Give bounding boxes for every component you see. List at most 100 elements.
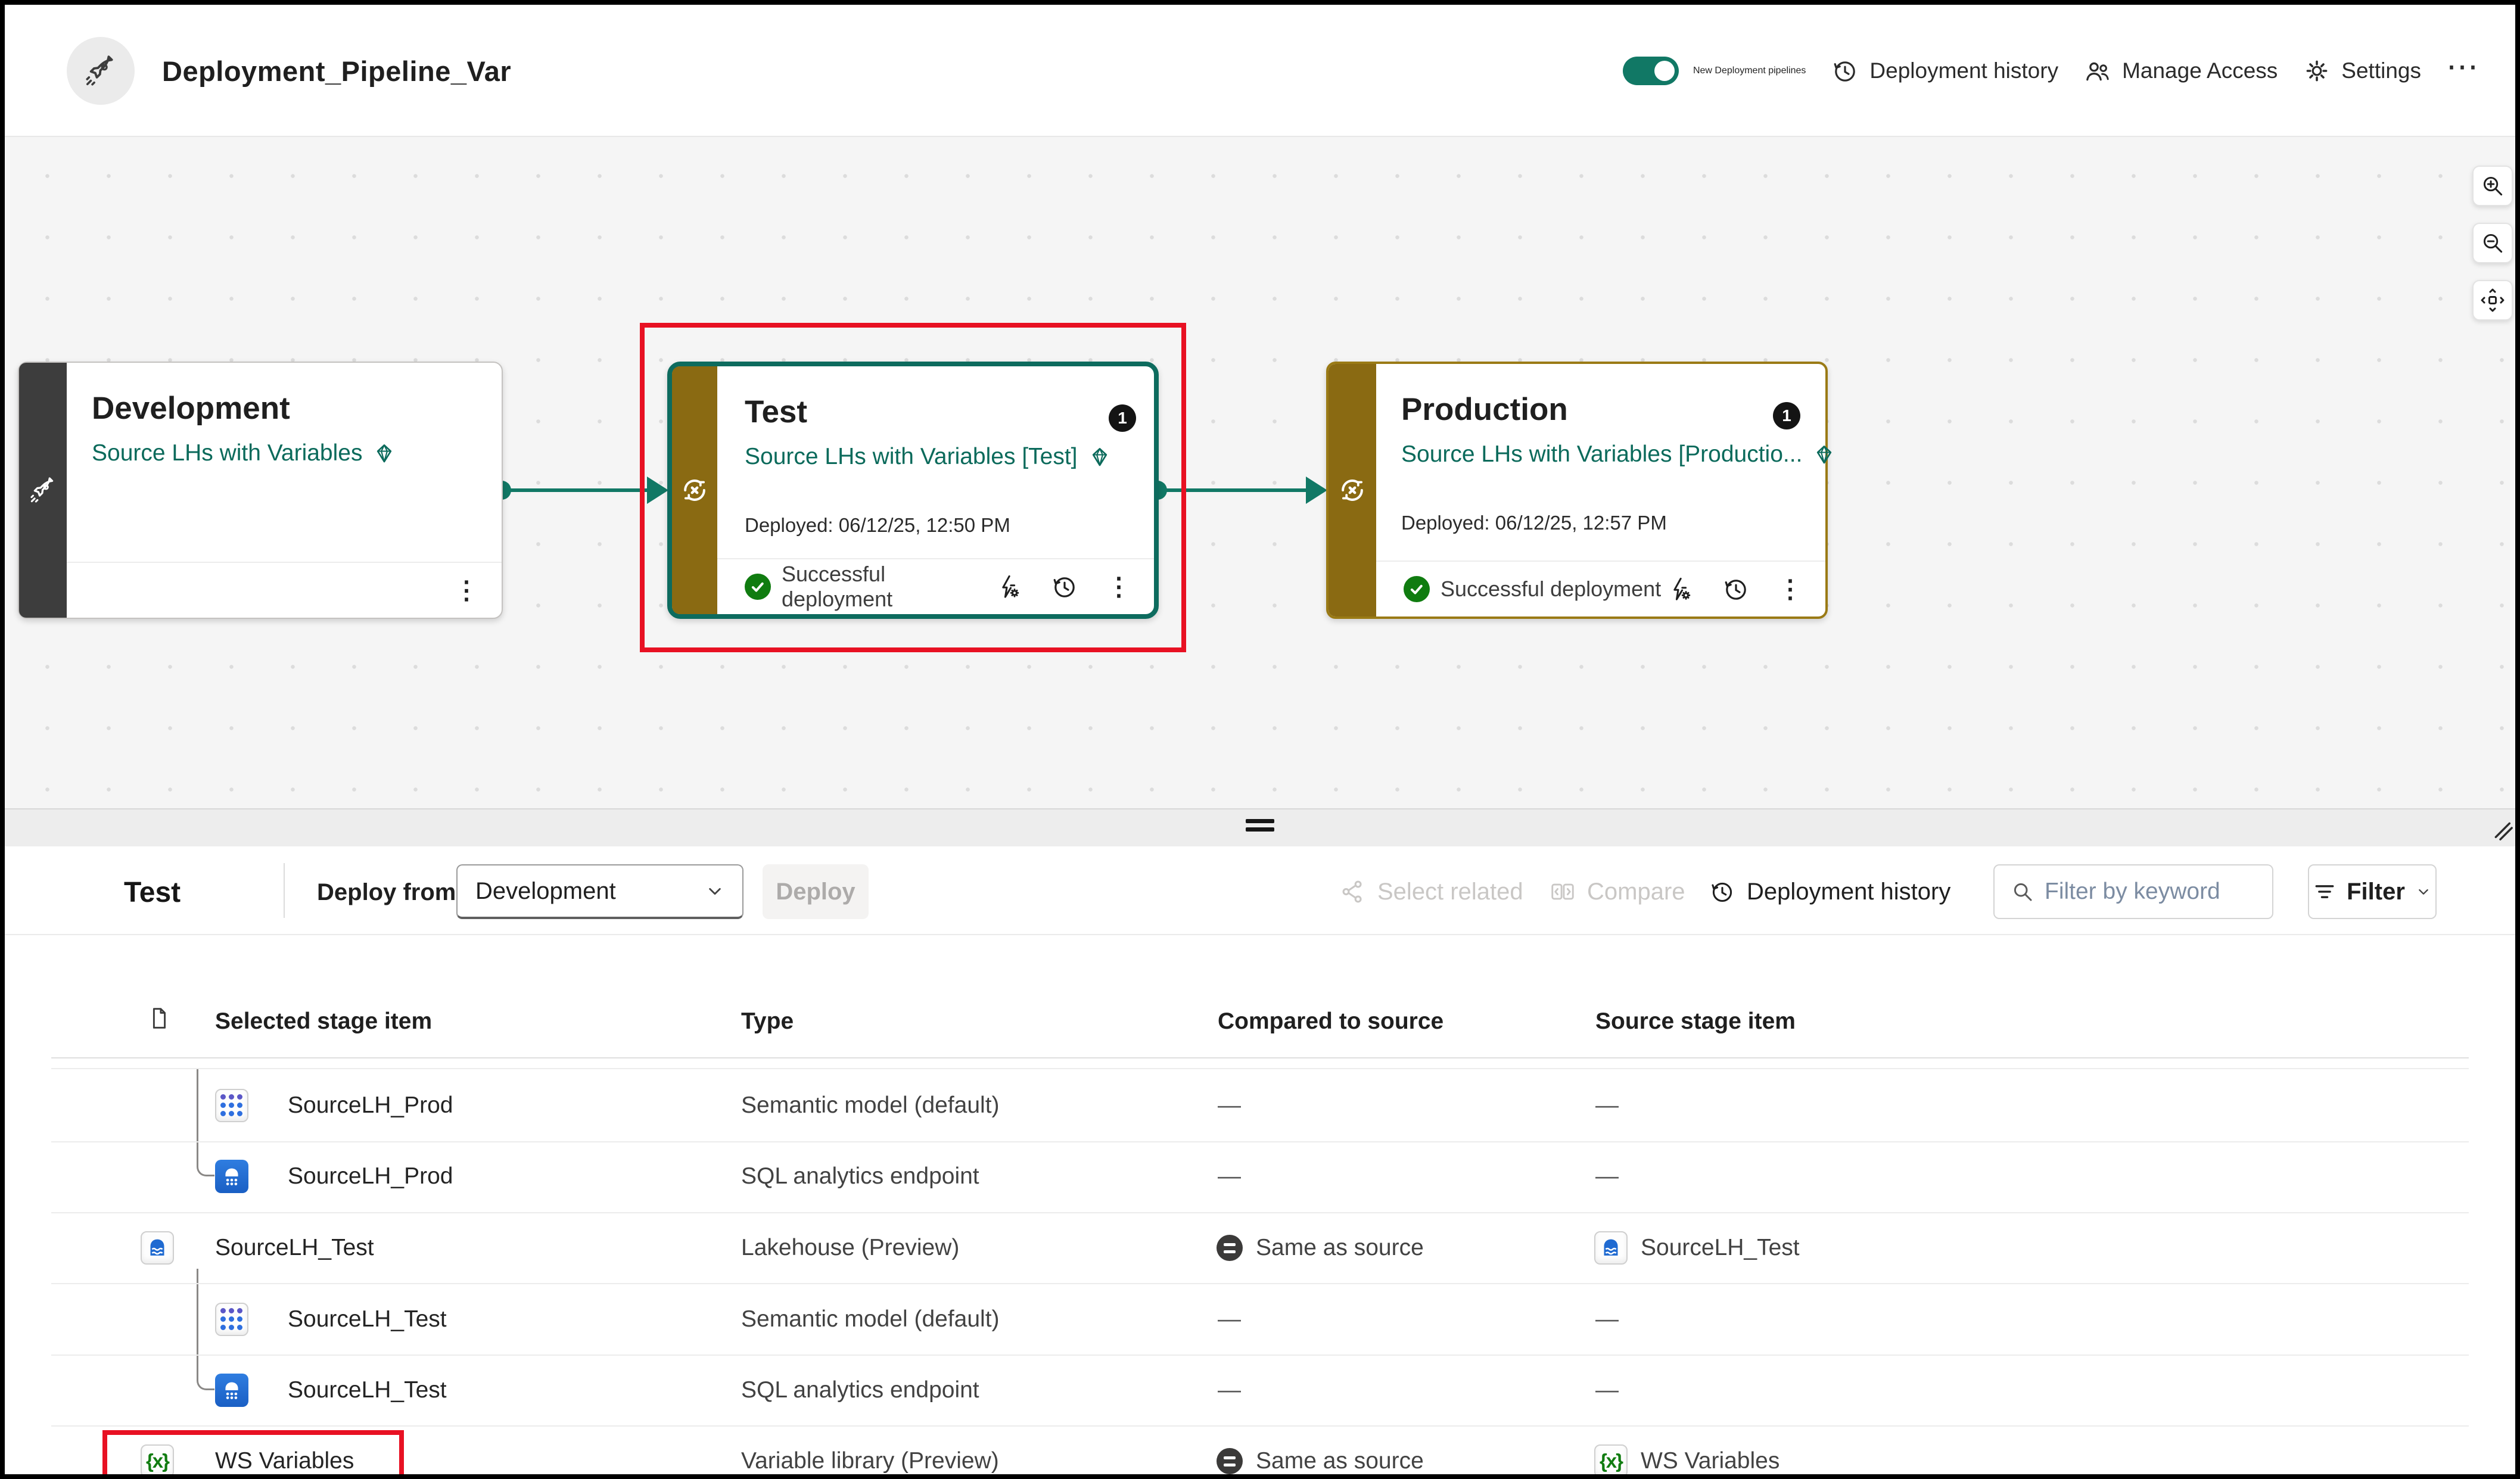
history-icon[interactable]: [1722, 575, 1750, 603]
zoom-out-button[interactable]: [2472, 223, 2513, 263]
semantic-model-icon: [215, 1303, 248, 1336]
pan-icon: [2479, 287, 2506, 313]
workspace-link[interactable]: Source LHs with Variables: [92, 440, 397, 466]
semantic-model-icon: [215, 1089, 248, 1122]
manage-access-button[interactable]: Manage Access: [2083, 57, 2278, 85]
diamond-icon: [372, 441, 397, 466]
same-as-source-icon: [1217, 1448, 1243, 1474]
compare-button[interactable]: Compare: [1549, 846, 1685, 937]
stage-card-test[interactable]: Test 1 Source LHs with Variables [Test] …: [667, 362, 1159, 619]
stage-name: Test: [745, 394, 807, 430]
success-check-icon: [745, 574, 771, 600]
connector-arrow-prod: [1306, 477, 1327, 504]
stage-more-button[interactable]: ⋮: [1778, 577, 1803, 602]
splitter-handle[interactable]: [1246, 819, 1274, 832]
compared-status: Same as source: [1217, 1448, 1424, 1474]
history-icon[interactable]: [1050, 572, 1079, 601]
stage-card-development[interactable]: Development Source LHs with Variables ⋮: [18, 362, 503, 619]
fit-view-button[interactable]: [2472, 280, 2513, 320]
diamond-icon: [1812, 442, 1837, 467]
select-related-button[interactable]: Select related: [1339, 846, 1523, 937]
table-row[interactable]: SourceLH_Test Semantic model (default) —…: [5, 1284, 2515, 1355]
lakehouse-icon: [141, 1231, 174, 1265]
column-header-selected-stage-item[interactable]: Selected stage item: [215, 1008, 432, 1035]
deployed-timestamp: Deployed: 06/12/25, 12:50 PM: [745, 514, 1010, 537]
sql-endpoint-icon: [215, 1374, 248, 1407]
stage-detail-panel: Test Deploy from Development Deploy Sele…: [5, 846, 2515, 1474]
zoom-in-button[interactable]: [2472, 166, 2513, 206]
table-row[interactable]: {x} WS Variables Variable library (Previ…: [5, 1426, 2515, 1479]
stage-card-production[interactable]: Production 1 Source LHs with Variables […: [1326, 362, 1828, 619]
source-stage-item: {x} WS Variables: [1594, 1444, 1779, 1478]
deployment-history-button[interactable]: Deployment history: [1831, 57, 2058, 85]
lakehouse-icon: [1594, 1231, 1628, 1265]
workspace-link[interactable]: Source LHs with Variables [Productio...: [1401, 441, 1837, 468]
diamond-icon: [1087, 444, 1112, 469]
page-title: Deployment_Pipeline_Var: [162, 5, 511, 137]
chevron-down-icon: [2414, 882, 2433, 901]
source-stage-item: SourceLH_Test: [1594, 1231, 1800, 1265]
deployment-history-button[interactable]: Deployment history: [1709, 846, 1950, 937]
panel-splitter[interactable]: [5, 808, 2515, 846]
table-row[interactable]: SourceLH_Prod Semantic model (default) —…: [5, 1070, 2515, 1141]
deploy-from-value: Development: [475, 878, 616, 905]
column-header-type[interactable]: Type: [741, 1008, 794, 1035]
stage-footer: ⋮: [67, 562, 502, 618]
keyword-filter-searchbox[interactable]: [1993, 864, 2273, 919]
table-row[interactable]: SourceLH_Test Lakehouse (Preview) Same a…: [5, 1213, 2515, 1283]
deployment-status: Successful deployment: [782, 562, 994, 612]
row-separator: [51, 1068, 2469, 1069]
stage-more-button[interactable]: ⋮: [1106, 574, 1131, 599]
same-as-source-icon: [1217, 1235, 1243, 1261]
toggle-knob: [1654, 61, 1675, 81]
deployment-pipeline-screen: Deployment_Pipeline_Var New Deployment p…: [0, 0, 2520, 1479]
filter-icon: [2311, 879, 2338, 905]
filter-button[interactable]: Filter: [2308, 864, 2437, 919]
connector-test-prod: [1159, 488, 1309, 492]
people-icon: [2083, 57, 2112, 85]
deploy-settings-icon[interactable]: [1666, 575, 1694, 603]
canvas-zoom-controls: [2472, 166, 2513, 320]
stage-footer: Successful deployment ⋮: [1376, 561, 1825, 616]
column-header-source-stage-item[interactable]: Source stage item: [1595, 1008, 1796, 1035]
toggle-switch[interactable]: [1623, 57, 1679, 85]
table-row[interactable]: SourceLH_Prod SQL analytics endpoint — —: [5, 1141, 2515, 1212]
more-options-button[interactable]: ⋯: [2446, 51, 2479, 91]
stage-strip-test: [672, 366, 717, 614]
toggle-label: New Deployment pipelines: [1693, 66, 1806, 76]
zoom-out-icon: [2479, 230, 2506, 256]
column-header-compared-to-source[interactable]: Compared to source: [1218, 1008, 1443, 1035]
share-icon: [1339, 878, 1367, 905]
deploy-from-dropdown[interactable]: Development: [456, 864, 743, 919]
stage-more-button[interactable]: ⋮: [454, 578, 479, 603]
workspace-link[interactable]: Source LHs with Variables [Test]: [745, 444, 1112, 470]
compare-icon: [1549, 878, 1576, 905]
settings-button[interactable]: Settings: [2303, 57, 2421, 85]
deploy-button[interactable]: Deploy: [763, 864, 869, 919]
connector-arrow-test: [647, 477, 668, 504]
stage-name: Production: [1401, 391, 1568, 428]
deploy-settings-icon[interactable]: [994, 572, 1023, 601]
deployed-timestamp: Deployed: 06/12/25, 12:57 PM: [1401, 512, 1667, 534]
search-icon: [2010, 879, 2035, 904]
item-count-badge: 1: [1109, 404, 1136, 432]
history-icon: [1709, 878, 1736, 905]
search-input[interactable]: [2045, 879, 2260, 905]
table-header-line: [51, 1057, 2469, 1058]
table-row[interactable]: SourceLH_Test SQL analytics endpoint — —: [5, 1355, 2515, 1425]
rocket-icon: [27, 475, 58, 506]
compared-status: Same as source: [1217, 1235, 1424, 1261]
pipeline-logo: [67, 37, 135, 105]
resize-corner-icon[interactable]: [2487, 814, 2514, 842]
new-pipelines-toggle-group[interactable]: New Deployment pipelines: [1623, 57, 1806, 85]
zoom-in-icon: [2479, 173, 2506, 199]
deploy-from-label: Deploy from: [317, 879, 456, 906]
deployment-status: Successful deployment: [1441, 577, 1661, 602]
sync-status-icon: [1336, 474, 1369, 507]
variable-library-icon: {x}: [141, 1444, 174, 1478]
pipeline-canvas[interactable]: Development Source LHs with Variables ⋮ …: [5, 137, 2515, 808]
success-check-icon: [1404, 576, 1430, 602]
stage-strip-production: [1329, 364, 1376, 616]
panel-stage-title: Test: [124, 876, 181, 909]
history-icon: [1831, 57, 1859, 85]
